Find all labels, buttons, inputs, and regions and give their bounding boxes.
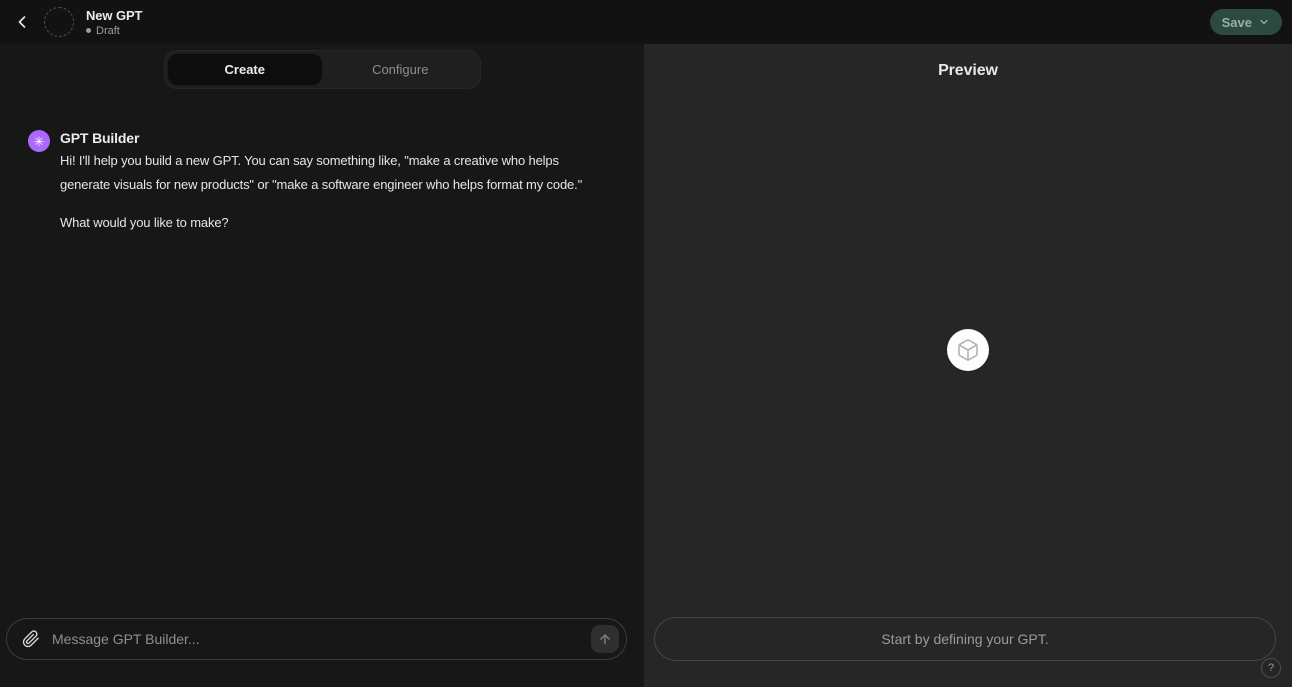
message-input[interactable]	[52, 631, 581, 647]
gpt-title: New GPT	[86, 8, 142, 23]
tab-switcher: Create Configure	[164, 50, 481, 89]
gpt-avatar-placeholder[interactable]	[44, 7, 74, 37]
tab-configure[interactable]: Configure	[323, 53, 478, 86]
assistant-message-question: What would you like to make?	[60, 211, 582, 235]
assistant-message-body: GPT Builder Hi! I'll help you build a ne…	[60, 128, 582, 235]
preview-panel: Preview Start by defining your GPT. ?	[644, 44, 1292, 687]
send-button[interactable]	[591, 625, 619, 653]
builder-panel: Create Configure ✳ GPT Builder Hi! I'll …	[0, 44, 644, 687]
preview-title: Preview	[644, 62, 1292, 80]
arrow-up-icon	[597, 631, 613, 647]
status-badge: Draft	[86, 25, 142, 37]
gpt-title-group: New GPT Draft	[86, 8, 142, 37]
message-composer	[6, 618, 627, 660]
assistant-message-line: Hi! I'll help you build a new GPT. You c…	[60, 149, 582, 173]
assistant-name: GPT Builder	[60, 128, 582, 149]
cube-icon	[956, 338, 980, 362]
draft-label: Draft	[96, 25, 120, 37]
paperclip-icon	[22, 630, 40, 648]
assistant-message-line: generate visuals for new products" or "m…	[60, 173, 582, 197]
top-bar: New GPT Draft Save	[0, 0, 1292, 44]
main-content: Create Configure ✳ GPT Builder Hi! I'll …	[0, 44, 1292, 687]
chevron-left-icon	[12, 12, 32, 32]
gpt-editor-window: New GPT Draft Save Create Configure	[0, 0, 1292, 687]
tab-create[interactable]: Create	[167, 53, 324, 86]
chevron-down-icon	[1258, 16, 1270, 28]
help-button[interactable]: ?	[1261, 658, 1281, 678]
openai-logo-icon: ✳	[28, 130, 50, 152]
save-button-label: Save	[1222, 15, 1252, 30]
back-button[interactable]	[10, 10, 34, 34]
tab-switcher-wrap: Create Configure	[0, 50, 644, 89]
preview-composer-hint: Start by defining your GPT.	[881, 631, 1048, 647]
builder-chat: ✳ GPT Builder Hi! I'll help you build a …	[0, 89, 644, 618]
assistant-message: ✳ GPT Builder Hi! I'll help you build a …	[0, 89, 644, 235]
attach-button[interactable]	[20, 628, 42, 650]
preview-placeholder-circle	[947, 329, 989, 371]
preview-composer-disabled: Start by defining your GPT.	[654, 617, 1276, 661]
save-button[interactable]: Save	[1210, 9, 1282, 35]
help-icon: ?	[1268, 662, 1274, 674]
draft-dot-icon	[86, 28, 91, 33]
